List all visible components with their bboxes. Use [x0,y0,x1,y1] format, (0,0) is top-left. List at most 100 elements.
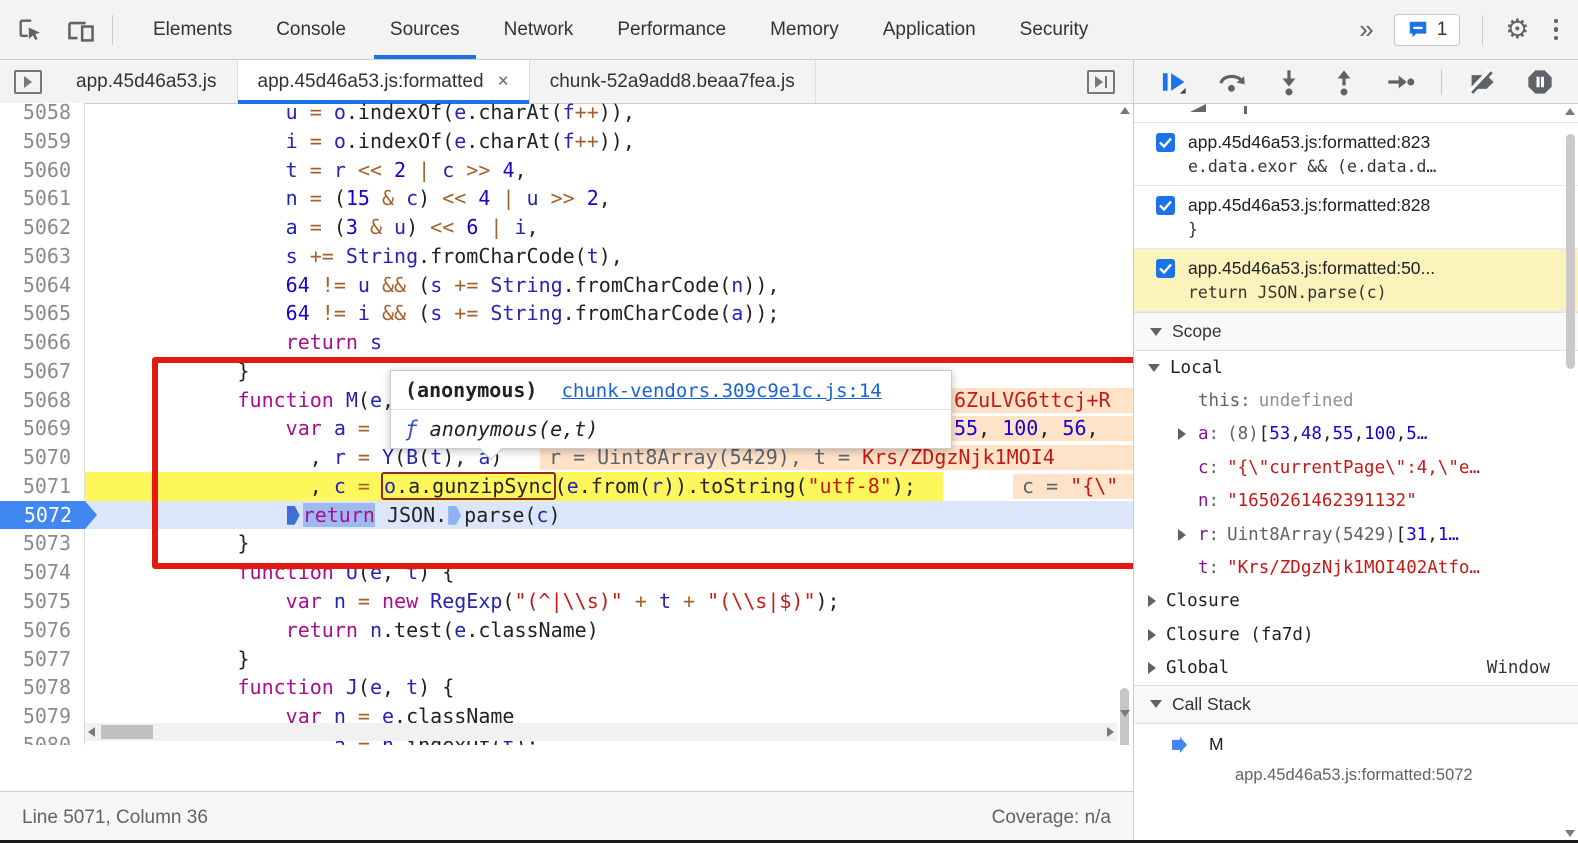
breakpoint-entry[interactable]: app.45d46a53.js:formatted:823e.data.exor… [1134,123,1578,186]
scrolled-section-sliver [1134,104,1578,123]
panel-tab-memory[interactable]: Memory [748,0,861,59]
code-line-5076[interactable]: 5076 return n.test(e.className) [0,616,1133,645]
code-line-5060[interactable]: 5060 t = r << 2 | c >> 4, [0,156,1133,185]
line-number[interactable]: 5063 [0,242,85,271]
panel-tab-application[interactable]: Application [861,0,998,59]
more-panels-icon[interactable]: » [1355,14,1377,45]
show-navigator-icon[interactable] [0,60,56,103]
code-line-5065[interactable]: 5065 64 != i && (s += String.fromCharCod… [0,299,1133,328]
scope-group-closure-fa7d-[interactable]: Closure (fa7d) [1134,618,1578,651]
line-number[interactable]: 5059 [0,127,85,156]
line-number[interactable]: 5070 [0,443,85,472]
step-icon[interactable] [1386,68,1416,96]
breakpoint-checkbox[interactable] [1156,196,1175,215]
code-line-5075[interactable]: 5075 var n = new RegExp("(^|\\s)" + t + … [0,587,1133,616]
panel-tab-performance[interactable]: Performance [595,0,748,59]
line-number[interactable]: 5072 [0,501,85,530]
code-line-5072[interactable]: 5072 return JSON.parse(c) [0,501,1133,530]
line-number[interactable]: 5080 [0,731,85,745]
inspect-element-icon[interactable] [16,16,44,44]
line-number[interactable]: 5062 [0,213,85,242]
file-tabs: app.45d46a53.jsapp.45d46a53.js:formatted… [56,60,816,103]
close-tab-icon[interactable]: × [498,71,509,93]
code-line-5071[interactable]: 5071 , c = o.a.gunzipSync(e.from(r)).toS… [0,472,1133,501]
code-line-5073[interactable]: 5073 } [0,529,1133,558]
call-stack-section-header[interactable]: Call Stack [1134,685,1578,724]
step-out-icon[interactable] [1331,68,1357,96]
file-tab[interactable]: chunk-52a9add8.beaa7fea.js [530,60,816,103]
line-number[interactable]: 5066 [0,328,85,357]
code-line-5077[interactable]: 5077 } [0,645,1133,674]
code-line-5066[interactable]: 5066 return s [0,328,1133,357]
scope-variable-n[interactable]: n: "1650261462391132" [1134,485,1578,518]
toggle-device-toolbar-icon[interactable] [66,16,96,44]
scope-body: Localthis: undefineda: (8) [53, 48, 55, … [1134,351,1578,685]
line-number[interactable]: 5077 [0,645,85,674]
editor-vertical-scrollbar[interactable] [1117,103,1133,721]
breakpoint-entry[interactable]: app.45d46a53.js:formatted:50...return JS… [1134,249,1578,312]
line-number[interactable]: 5071 [0,472,85,501]
line-number[interactable]: 5078 [0,673,85,702]
code-line-5058[interactable]: 5058 u = o.indexOf(e.charAt(f++)), [0,103,1133,127]
editor-horizontal-scrollbar[interactable] [85,723,1117,741]
scope-group-closure[interactable]: Closure [1134,585,1578,618]
code-line-5061[interactable]: 5061 n = (15 & c) << 4 | u >> 2, [0,184,1133,213]
console-messages-badge[interactable]: 1 [1394,14,1461,46]
toggle-debugger-sidebar-icon[interactable] [1087,60,1133,103]
scope-variable-this[interactable]: this: undefined [1134,384,1578,417]
file-tab[interactable]: app.45d46a53.js [56,60,238,103]
step-over-icon[interactable] [1217,68,1247,96]
line-number[interactable]: 5064 [0,271,85,300]
panel-tab-network[interactable]: Network [482,0,596,59]
panel-tab-console[interactable]: Console [254,0,368,59]
step-into-icon[interactable] [1276,68,1302,96]
function-glyph: ƒ [405,417,418,441]
code-line-5062[interactable]: 5062 a = (3 & u) << 6 | i, [0,213,1133,242]
scope-title: Scope [1172,321,1222,342]
code-line-5063[interactable]: 5063 s += String.fromCharCode(t), [0,242,1133,271]
frame-location: app.45d46a53.js:formatted:5072 [1134,766,1578,785]
code-line-5064[interactable]: 5064 64 != u && (s += String.fromCharCod… [0,271,1133,300]
sidebar-scrollbar[interactable] [1563,104,1578,843]
scope-variable-c[interactable]: c: "{\"currentPage\":4,\"e… [1134,451,1578,484]
line-number[interactable]: 5074 [0,558,85,587]
line-number[interactable]: 5075 [0,587,85,616]
line-number[interactable]: 5073 [0,529,85,558]
panel-tab-elements[interactable]: Elements [131,0,254,59]
call-stack-frame[interactable]: M [1134,724,1578,766]
line-number[interactable]: 5067 [0,357,85,386]
pause-on-exceptions-icon[interactable] [1526,68,1554,96]
kebab-menu-icon[interactable] [1546,19,1567,41]
code-line-5078[interactable]: 5078 function J(e, t) { [0,673,1133,702]
deactivate-breakpoints-icon[interactable] [1467,68,1497,96]
scope-group-local[interactable]: Local [1134,351,1578,384]
inline-eval: 6ZuLVG6ttcj+R [945,388,1133,413]
line-number[interactable]: 5068 [0,386,85,415]
scope-variable-t[interactable]: t: "Krs/ZDgzNjk1MOI402Atfo… [1134,551,1578,584]
scope-variable-r[interactable]: r: Uint8Array(5429) [31, 1… [1134,518,1578,551]
tooltip-source-link[interactable]: chunk-vendors.309c9e1c.js:14 [561,380,881,402]
cursor-position: Line 5071, Column 36 [22,807,208,829]
line-number[interactable]: 5069 [0,414,85,443]
resume-icon[interactable] [1160,68,1188,96]
line-number[interactable]: 5060 [0,156,85,185]
line-number[interactable]: 5076 [0,616,85,645]
breakpoint-checkbox[interactable] [1156,259,1175,278]
scope-variable-a[interactable]: a: (8) [53, 48, 55, 100, 5… [1134,418,1578,451]
breakpoint-entry[interactable]: app.45d46a53.js:formatted:828} [1134,186,1578,249]
devtools-toolbar: ElementsConsoleSourcesNetworkPerformance… [0,0,1578,60]
line-number[interactable]: 5079 [0,702,85,731]
code-line-5059[interactable]: 5059 i = o.indexOf(e.charAt(f++)), [0,127,1133,156]
panel-tab-security[interactable]: Security [998,0,1111,59]
breakpoint-checkbox[interactable] [1156,133,1175,152]
line-number[interactable]: 5065 [0,299,85,328]
line-number[interactable]: 5058 [0,103,85,127]
line-number[interactable]: 5061 [0,184,85,213]
code-line-5074[interactable]: 5074 function U(e, t) { [0,558,1133,587]
scope-group-global[interactable]: GlobalWindow [1134,652,1578,685]
scope-section-header[interactable]: Scope [1134,312,1578,351]
panel-tab-sources[interactable]: Sources [368,0,482,59]
file-tab[interactable]: app.45d46a53.js:formatted× [238,60,530,103]
code-editor[interactable]: 5058 u = o.indexOf(e.charAt(f++)),5059 i… [0,103,1133,745]
settings-gear-icon[interactable]: ⚙ [1505,16,1529,43]
